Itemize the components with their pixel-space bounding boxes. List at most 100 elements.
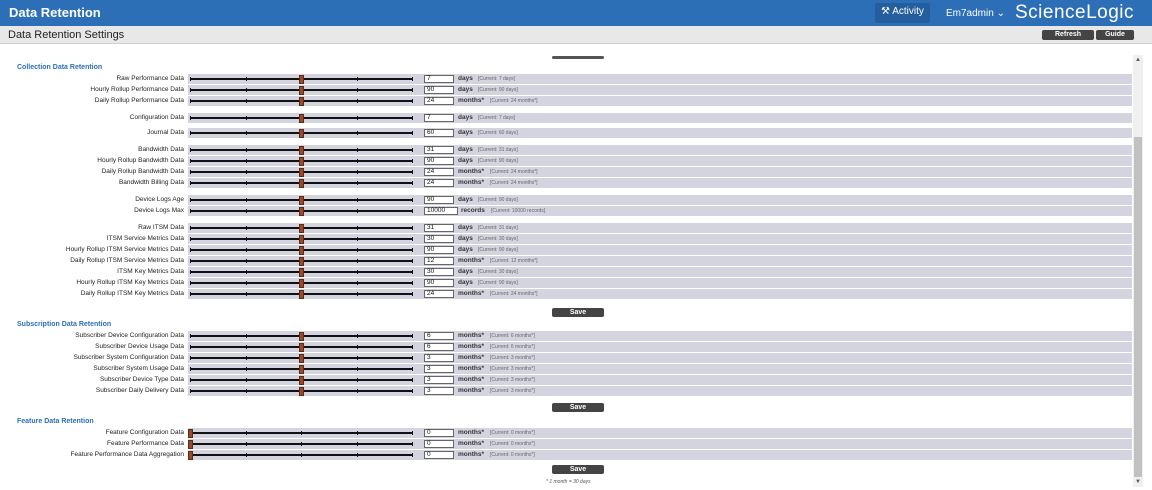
retention-unit: months*	[458, 354, 484, 361]
retention-value-input[interactable]: 24	[424, 97, 454, 105]
retention-slider-thumb[interactable]	[299, 268, 304, 277]
retention-slider-thumb[interactable]	[299, 365, 304, 374]
retention-value-input[interactable]: 60	[424, 129, 454, 137]
retention-label: Feature Configuration Data	[105, 429, 184, 436]
retention-slider-thumb[interactable]	[299, 235, 304, 244]
slider-tick	[245, 116, 247, 120]
retention-slider-thumb[interactable]	[299, 354, 304, 363]
retention-slider-thumb[interactable]	[299, 246, 304, 255]
retention-value-input[interactable]: 7	[424, 75, 454, 83]
retention-slider-thumb[interactable]	[299, 257, 304, 266]
slider-tick	[412, 181, 413, 185]
retention-value-input[interactable]: 0	[424, 429, 454, 437]
retention-row: Feature Performance Data Aggregation 0 mon…	[6, 450, 1132, 460]
retention-slider-thumb[interactable]	[299, 224, 304, 233]
retention-value-input[interactable]: 90	[424, 157, 454, 165]
retention-value-input[interactable]: 6	[424, 332, 454, 340]
retention-value-input[interactable]: 3	[424, 387, 454, 395]
retention-slider-thumb[interactable]	[299, 207, 304, 216]
retention-value-input[interactable]: 90	[424, 86, 454, 94]
retention-slider-thumb[interactable]	[299, 387, 304, 396]
retention-slider-thumb[interactable]	[299, 168, 304, 177]
retention-value-input[interactable]: 12	[424, 257, 454, 265]
retention-slider-thumb[interactable]	[188, 451, 193, 460]
retention-slider-thumb[interactable]	[299, 75, 304, 84]
guide-button[interactable]: Guide	[1096, 30, 1134, 40]
scroll-up-icon[interactable]: ▲	[1135, 57, 1141, 63]
retention-slider-thumb[interactable]	[188, 440, 193, 449]
slider-tick	[245, 334, 247, 338]
retention-value-input[interactable]: 3	[424, 354, 454, 362]
retention-value-input[interactable]: 30	[424, 235, 454, 243]
retention-value-input[interactable]: 6	[424, 343, 454, 351]
retention-label: Raw ITSM Data	[138, 224, 184, 231]
retention-slider-thumb[interactable]	[299, 290, 304, 299]
retention-unit: months*	[458, 257, 484, 264]
retention-value-input[interactable]: 24	[424, 179, 454, 187]
retention-slider-thumb[interactable]	[299, 179, 304, 188]
slider-tick	[245, 378, 247, 382]
drag-handle[interactable]	[552, 56, 604, 59]
retention-value-input[interactable]: 90	[424, 279, 454, 287]
slider-tick	[356, 88, 358, 92]
slider-tick	[412, 259, 413, 263]
slider-tick	[412, 378, 413, 382]
slider-tick	[245, 442, 247, 446]
slider-tick	[190, 198, 191, 202]
retention-value-input[interactable]: 90	[424, 246, 454, 254]
retention-slider-thumb[interactable]	[188, 429, 193, 438]
retention-value-input[interactable]: 30	[424, 268, 454, 276]
retention-value-input[interactable]: 0	[424, 451, 454, 459]
retention-slider-thumb[interactable]	[299, 376, 304, 385]
retention-value-input[interactable]: 3	[424, 365, 454, 373]
retention-slider-thumb[interactable]	[299, 332, 304, 341]
retention-slider-thumb[interactable]	[299, 86, 304, 95]
retention-slider-thumb[interactable]	[299, 129, 304, 138]
slider-tick	[356, 356, 358, 360]
retention-label: Daily Rollup Bandwidth Data	[101, 168, 184, 175]
slider-tick	[412, 159, 413, 163]
user-menu[interactable]: Em7admin ⌄	[946, 8, 1005, 19]
retention-value-input[interactable]: 31	[424, 146, 454, 154]
retention-row: ITSM Key Metrics Data 30 days [Current: 30 …	[6, 267, 1132, 277]
save-button[interactable]: Save	[552, 403, 604, 412]
save-button[interactable]: Save	[552, 308, 604, 317]
retention-value-input[interactable]: 7	[424, 114, 454, 122]
scrollbar-thumb[interactable]	[1134, 137, 1142, 477]
retention-value-input[interactable]: 0	[424, 440, 454, 448]
vertical-scrollbar[interactable]: ▲ ▼	[1133, 55, 1143, 487]
retention-value-input[interactable]: 24	[424, 290, 454, 298]
retention-slider-thumb[interactable]	[299, 157, 304, 166]
retention-value-input[interactable]: 24	[424, 168, 454, 176]
retention-unit: days	[458, 146, 473, 153]
retention-unit: days	[458, 235, 473, 242]
activity-button[interactable]: ⚒ Activity	[875, 3, 930, 23]
retention-slider-thumb[interactable]	[299, 97, 304, 106]
retention-form: Collection Data Retention Raw Performance…	[6, 46, 1132, 486]
save-button[interactable]: Save	[552, 465, 604, 474]
slider-tick	[245, 431, 247, 435]
retention-row: Journal Data 60 days [Current: 60 days]	[6, 128, 1132, 138]
retention-slider-thumb[interactable]	[299, 196, 304, 205]
retention-value-input[interactable]: 3	[424, 376, 454, 384]
slider-tick	[301, 431, 302, 435]
slider-tick	[245, 88, 247, 92]
refresh-button[interactable]: Refresh	[1042, 30, 1094, 40]
retention-slider-thumb[interactable]	[299, 146, 304, 155]
slider-tick	[356, 77, 358, 81]
retention-value-input[interactable]: 90	[424, 196, 454, 204]
current-value-note: [Current: 0 months*]	[490, 441, 535, 447]
page-header: Data Retention Settings Refresh Guide	[0, 26, 1152, 44]
retention-slider-thumb[interactable]	[299, 343, 304, 352]
slider-tick	[245, 356, 247, 360]
retention-slider-thumb[interactable]	[299, 114, 304, 123]
current-value-note: [Current: 90 days]	[478, 158, 518, 164]
retention-label: Hourly Rollup ITSM Key Metrics Data	[76, 279, 184, 286]
retention-slider-thumb[interactable]	[299, 279, 304, 288]
retention-value-input[interactable]: 31	[424, 224, 454, 232]
slider-tick	[412, 237, 413, 241]
retention-value-input[interactable]: 10000	[424, 207, 458, 215]
slider-tick	[356, 270, 358, 274]
scroll-down-icon[interactable]: ▼	[1135, 479, 1141, 485]
slider-tick	[412, 88, 413, 92]
